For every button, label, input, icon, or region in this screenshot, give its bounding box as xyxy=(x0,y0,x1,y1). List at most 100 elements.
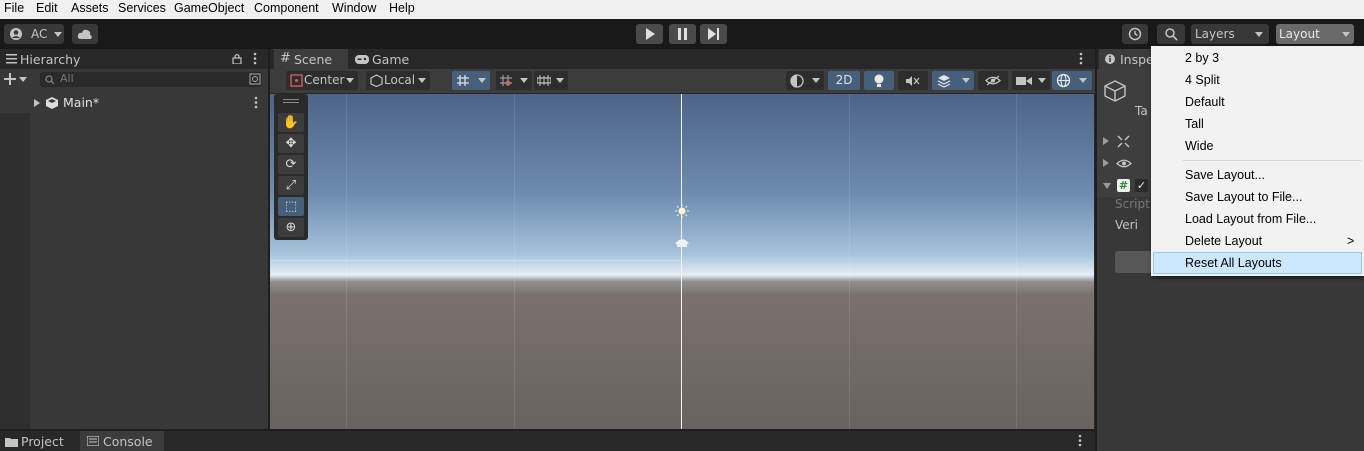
kebab-menu-icon[interactable] xyxy=(253,96,259,109)
menu-item-label: Tall xyxy=(1185,117,1204,131)
menu-bar: File Edit Assets Services GameObject Com… xyxy=(0,0,1364,19)
menu-item-save-layout[interactable]: Save Layout... xyxy=(1153,164,1362,186)
gizmos-dropdown[interactable] xyxy=(1052,71,1092,90)
menu-item-label: 2 by 3 xyxy=(1185,51,1220,65)
grid-snap-icon xyxy=(457,75,469,86)
layout-dropdown[interactable]: Layout xyxy=(1276,24,1354,44)
sun-light-icon[interactable] xyxy=(675,204,689,218)
tab-console[interactable]: Console xyxy=(80,431,164,451)
cloud-button[interactable] xyxy=(72,24,98,44)
ruler-button[interactable] xyxy=(534,71,568,90)
menu-item-tall[interactable]: Tall xyxy=(1153,113,1362,135)
menu-item-4-split[interactable]: 4 Split xyxy=(1153,69,1362,91)
shading-mode-dropdown[interactable] xyxy=(786,71,824,90)
hand-tool-button[interactable]: ✋ xyxy=(278,113,304,132)
menu-item-default[interactable]: Default xyxy=(1153,91,1362,113)
gameobject-cube-icon xyxy=(1104,80,1126,102)
transform-icon: ⊕ xyxy=(285,220,297,235)
camera-settings-dropdown[interactable] xyxy=(1012,71,1050,90)
rect-icon: ⬚ xyxy=(284,199,298,214)
tab-console-label: Console xyxy=(103,434,153,449)
chevron-down-icon[interactable] xyxy=(19,77,27,82)
info-icon xyxy=(1105,54,1115,64)
audio-toggle-button[interactable] xyxy=(898,71,928,90)
search-button[interactable] xyxy=(1157,24,1185,44)
hierarchy-toolbar: All xyxy=(0,69,268,91)
chevron-right-icon[interactable] xyxy=(34,99,40,107)
mode-2d-button[interactable]: 2D xyxy=(828,71,860,90)
menu-services[interactable]: Services xyxy=(118,1,166,15)
lighting-button[interactable] xyxy=(864,71,894,90)
rotate-tool-button[interactable]: ⟳ xyxy=(278,155,304,174)
hierarchy-search-input[interactable]: All xyxy=(40,72,262,87)
kebab-menu-icon[interactable] xyxy=(1078,52,1084,65)
layout-menu: 2 by 3 4 Split Default Tall Wide Save La… xyxy=(1151,46,1364,276)
menu-item-load-layout-from-file[interactable]: Load Layout from File... xyxy=(1153,208,1362,230)
menu-item-2-by-3[interactable]: 2 by 3 xyxy=(1153,47,1362,69)
layers-dropdown[interactable]: Layers xyxy=(1191,24,1269,44)
increment-snap-button[interactable] xyxy=(496,71,532,90)
tab-hierarchy-label: Hierarchy xyxy=(20,52,81,67)
drag-handle-icon[interactable] xyxy=(283,99,299,100)
kebab-menu-icon[interactable] xyxy=(1077,434,1083,447)
veri-field-label: Veri xyxy=(1115,218,1138,232)
tab-scene[interactable]: # Scene xyxy=(274,49,348,69)
enabled-checkbox[interactable]: ✓ xyxy=(1135,179,1148,192)
layers-icon xyxy=(937,75,951,88)
tab-inspector[interactable]: Inspe xyxy=(1099,49,1159,69)
menu-help[interactable]: Help xyxy=(389,1,415,15)
transform-component-icon xyxy=(1117,135,1130,148)
grid-snap-button[interactable] xyxy=(452,71,490,90)
menu-item-delete-layout[interactable]: Delete Layout > xyxy=(1153,230,1362,252)
menu-assets[interactable]: Assets xyxy=(71,1,109,15)
menu-component[interactable]: Component xyxy=(254,1,319,15)
pivot-center-dropdown[interactable]: Center xyxy=(286,71,358,90)
script-icon: # xyxy=(1117,179,1130,192)
search-filter-icon[interactable] xyxy=(249,73,261,85)
menu-edit[interactable]: Edit xyxy=(36,1,58,15)
camera-gizmo-icon[interactable] xyxy=(675,236,689,248)
tab-game[interactable]: Game xyxy=(350,49,418,69)
visibility-toggle-button[interactable] xyxy=(978,71,1008,90)
move-tool-button[interactable]: ✥ xyxy=(278,134,304,153)
step-icon xyxy=(708,28,719,40)
tab-project[interactable]: Project xyxy=(0,431,78,451)
chevron-down-icon[interactable] xyxy=(1103,183,1111,189)
effects-dropdown[interactable] xyxy=(932,71,974,90)
chevron-down-icon xyxy=(556,78,564,83)
menu-file[interactable]: File xyxy=(4,1,24,15)
tab-hierarchy[interactable]: Hierarchy xyxy=(0,49,120,69)
chevron-down-icon xyxy=(1255,32,1263,37)
chevron-down-icon xyxy=(1342,32,1350,37)
bottom-tabbar: Project Console xyxy=(0,431,1095,451)
menu-gameobject[interactable]: GameObject xyxy=(174,1,244,15)
hand-icon: ✋ xyxy=(282,115,300,130)
move-icon: ✥ xyxy=(285,136,297,151)
pause-button[interactable] xyxy=(669,24,696,44)
step-button[interactable] xyxy=(700,24,727,44)
scene-viewport[interactable]: ✋ ✥ ⟳ ⤢ ⬚ ⊕ xyxy=(270,94,1094,429)
lock-icon[interactable] xyxy=(232,53,242,64)
space-local-dropdown[interactable]: Local xyxy=(366,71,430,90)
chevron-down-icon xyxy=(346,78,354,83)
account-label: AC xyxy=(31,27,48,41)
chevron-right-icon[interactable] xyxy=(1103,137,1109,145)
y-axis-line xyxy=(681,94,682,429)
scale-tool-button[interactable]: ⤢ xyxy=(278,176,304,195)
chevron-down-icon xyxy=(418,78,426,83)
kebab-menu-icon[interactable] xyxy=(252,52,258,65)
transform-tool-button[interactable]: ⊕ xyxy=(278,218,304,237)
list-item[interactable]: Main* xyxy=(0,94,268,112)
chevron-right-icon[interactable] xyxy=(1103,159,1109,167)
menu-window[interactable]: Window xyxy=(332,1,376,15)
play-button[interactable] xyxy=(636,24,663,44)
menu-item-reset-all-layouts[interactable]: Reset All Layouts xyxy=(1153,252,1362,274)
menu-item-wide[interactable]: Wide xyxy=(1153,135,1362,157)
account-button[interactable]: AC xyxy=(4,24,64,44)
history-button[interactable] xyxy=(1122,24,1148,44)
hidden-eye-icon xyxy=(985,75,1001,86)
cloud-icon xyxy=(77,29,92,39)
rect-tool-button[interactable]: ⬚ xyxy=(278,197,304,216)
menu-item-save-layout-to-file[interactable]: Save Layout to File... xyxy=(1153,186,1362,208)
add-icon[interactable] xyxy=(4,73,16,85)
